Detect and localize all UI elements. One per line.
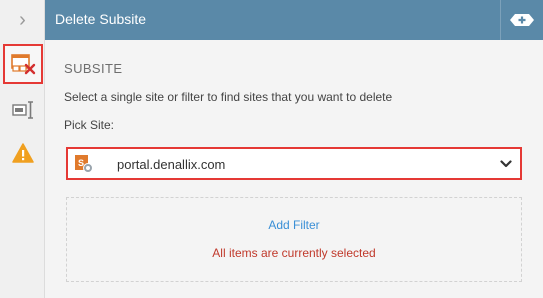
- expand-panel-button[interactable]: ›: [0, 0, 45, 41]
- warning-icon: [11, 143, 34, 163]
- chevron-right-icon: ›: [19, 9, 26, 31]
- svg-text:S: S: [78, 158, 84, 168]
- panel-header: Delete Subsite: [45, 0, 543, 40]
- add-toolbar-button[interactable]: [509, 12, 535, 28]
- header-divider: [500, 0, 501, 40]
- filter-area: Add Filter All items are currently selec…: [66, 197, 522, 282]
- pick-site-label: Pick Site:: [64, 118, 115, 132]
- warnings-tool-button[interactable]: [0, 133, 45, 173]
- form-content: SUBSITE Select a single site or filter t…: [45, 40, 543, 298]
- delete-site-icon: [11, 54, 36, 75]
- site-picker[interactable]: S portal.denallix.com: [66, 147, 522, 180]
- left-rail: ›: [0, 0, 45, 298]
- add-toolbar-icon: [510, 14, 534, 26]
- properties-tool-button[interactable]: [0, 90, 45, 130]
- text-cursor-icon: [11, 101, 33, 119]
- section-title: SUBSITE: [64, 61, 123, 76]
- chevron-down-icon[interactable]: [500, 158, 512, 170]
- add-filter-link[interactable]: Add Filter: [67, 218, 521, 232]
- sharepoint-site-icon: S: [75, 155, 93, 173]
- delete-site-tool-button[interactable]: [3, 44, 43, 84]
- section-description: Select a single site or filter to find s…: [64, 90, 393, 104]
- page-title: Delete Subsite: [55, 11, 147, 27]
- selected-site-value: portal.denallix.com: [117, 157, 226, 172]
- selection-status: All items are currently selected: [212, 246, 376, 260]
